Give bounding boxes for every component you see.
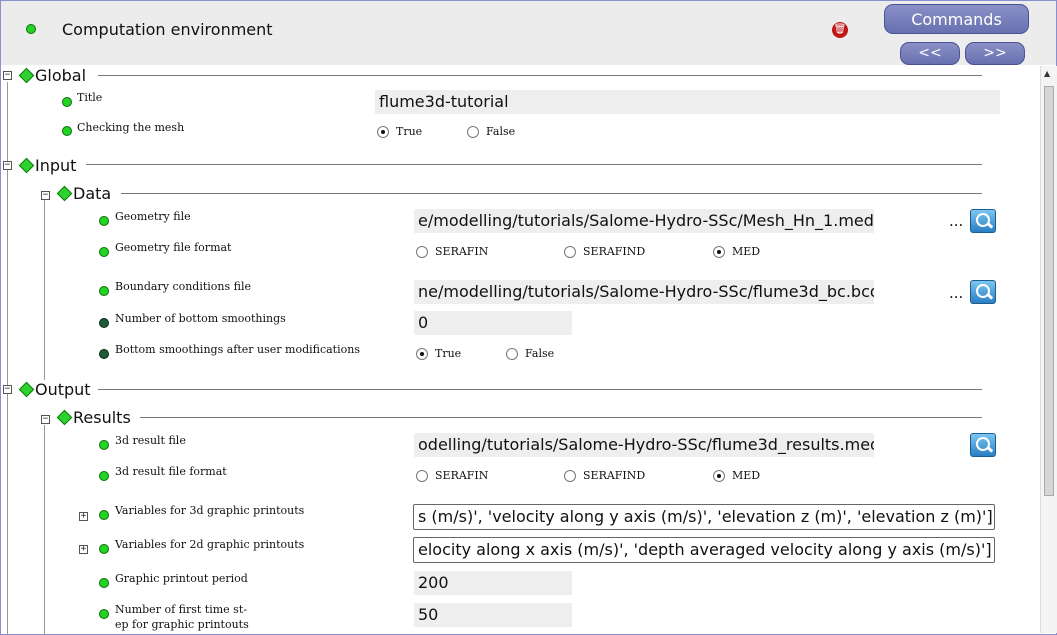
scroll-up-icon[interactable]: ▲ — [1044, 69, 1050, 78]
vars3d-label: Variables for 3d graphic printouts — [115, 504, 305, 517]
status-dot-icon — [99, 440, 109, 450]
period-label: Graphic printout period — [115, 572, 248, 585]
status-dot-icon — [99, 609, 109, 619]
after-user-modifications-label: Bottom smoothings after user modificatio… — [115, 343, 360, 356]
tree-guide-line — [44, 425, 45, 635]
status-dot-icon — [99, 471, 109, 481]
collapse-global-toggle[interactable]: − — [3, 71, 12, 80]
vars2d-input[interactable]: elocity along x axis (m/s)', 'depth aver… — [413, 537, 995, 563]
title-input[interactable]: flume3d-tutorial — [375, 90, 1000, 114]
boundary-file-input[interactable]: ne/modelling/tutorials/Salome-Hydro-SSc/… — [414, 280, 874, 304]
search-icon[interactable] — [970, 209, 996, 233]
expand-vars3d-toggle[interactable]: + — [79, 512, 88, 521]
section-divider — [140, 417, 982, 418]
radio-selected-icon — [713, 470, 725, 482]
scrollbar-thumb[interactable] — [1044, 86, 1054, 496]
boundary-file-label: Boundary conditions file — [115, 280, 252, 293]
expand-vars2d-toggle[interactable]: + — [79, 545, 88, 554]
status-dot-icon — [99, 578, 109, 588]
radio-unselected-icon — [506, 348, 518, 360]
vars3d-input[interactable]: s (m/s)', 'velocity along y axis (m/s)',… — [413, 504, 995, 530]
prev-button[interactable]: << — [900, 42, 960, 65]
radio-unselected-icon — [416, 246, 428, 258]
status-dot-icon — [99, 247, 109, 257]
search-icon[interactable] — [970, 433, 996, 457]
section-divider — [98, 389, 982, 390]
bottom-smoothings-label: Number of bottom smoothings — [115, 312, 286, 325]
result-file-input[interactable]: odelling/tutorials/Salome-Hydro-SSc/flum… — [414, 433, 874, 457]
page-title: Computation environment — [62, 20, 273, 39]
vars2d-label: Variables for 2d graphic printouts — [115, 538, 305, 551]
section-divider — [86, 164, 982, 165]
radio-selected-icon — [416, 348, 428, 360]
title-label: Title — [77, 91, 103, 104]
status-dot-icon — [26, 24, 36, 34]
section-input-title: Input — [35, 156, 77, 175]
status-dot-icon — [99, 318, 109, 328]
geometry-file-input[interactable]: e/modelling/tutorials/Salome-Hydro-SSc/M… — [414, 209, 874, 233]
section-data-title: Data — [73, 184, 112, 203]
header-bar: Computation environment 🗑 Commands << >> — [1, 1, 1056, 65]
boundary-file-ellipsis[interactable]: ... — [949, 284, 963, 302]
geometry-format-label: Geometry file format — [115, 241, 232, 254]
section-output-title: Output — [35, 380, 91, 399]
geometry-file-label: Geometry file — [115, 210, 191, 223]
radio-selected-icon — [713, 246, 725, 258]
collapse-data-toggle[interactable]: − — [41, 191, 50, 200]
status-dot-icon — [99, 286, 109, 296]
section-global-title: Global — [35, 66, 87, 85]
first-step-input[interactable]: 50 — [414, 603, 572, 627]
trash-icon[interactable]: 🗑 — [832, 22, 848, 38]
status-dot-icon — [99, 544, 109, 554]
radio-unselected-icon — [564, 470, 576, 482]
status-dot-icon — [99, 510, 109, 520]
status-dot-icon — [99, 349, 109, 359]
result-file-label: 3d result file — [115, 434, 186, 447]
section-divider — [121, 193, 982, 194]
vertical-scrollbar[interactable]: ▲ — [1040, 66, 1057, 633]
commands-button[interactable]: Commands — [884, 4, 1029, 34]
radio-unselected-icon — [467, 126, 479, 138]
section-divider — [98, 75, 982, 76]
search-icon[interactable] — [970, 280, 996, 304]
period-input[interactable]: 200 — [414, 571, 572, 595]
first-step-label-line1: Number of first time st- — [115, 603, 247, 616]
collapse-input-toggle[interactable]: − — [3, 161, 12, 170]
radio-selected-icon — [377, 126, 389, 138]
result-format-label: 3d result file format — [115, 465, 227, 478]
bottom-smoothings-input[interactable]: 0 — [414, 311, 572, 335]
radio-unselected-icon — [416, 470, 428, 482]
geometry-file-ellipsis[interactable]: ... — [949, 212, 963, 230]
status-dot-icon — [99, 216, 109, 226]
collapse-results-toggle[interactable]: − — [41, 415, 50, 424]
tree-guide-line — [44, 200, 45, 380]
collapse-output-toggle[interactable]: − — [3, 385, 12, 394]
checking-mesh-label: Checking the mesh — [77, 121, 185, 134]
radio-unselected-icon — [564, 246, 576, 258]
next-button[interactable]: >> — [965, 42, 1025, 65]
first-step-label-line2: ep for graphic printouts — [115, 618, 249, 631]
status-dot-icon — [62, 126, 72, 136]
section-results-title: Results — [73, 408, 131, 427]
status-dot-icon — [62, 97, 72, 107]
